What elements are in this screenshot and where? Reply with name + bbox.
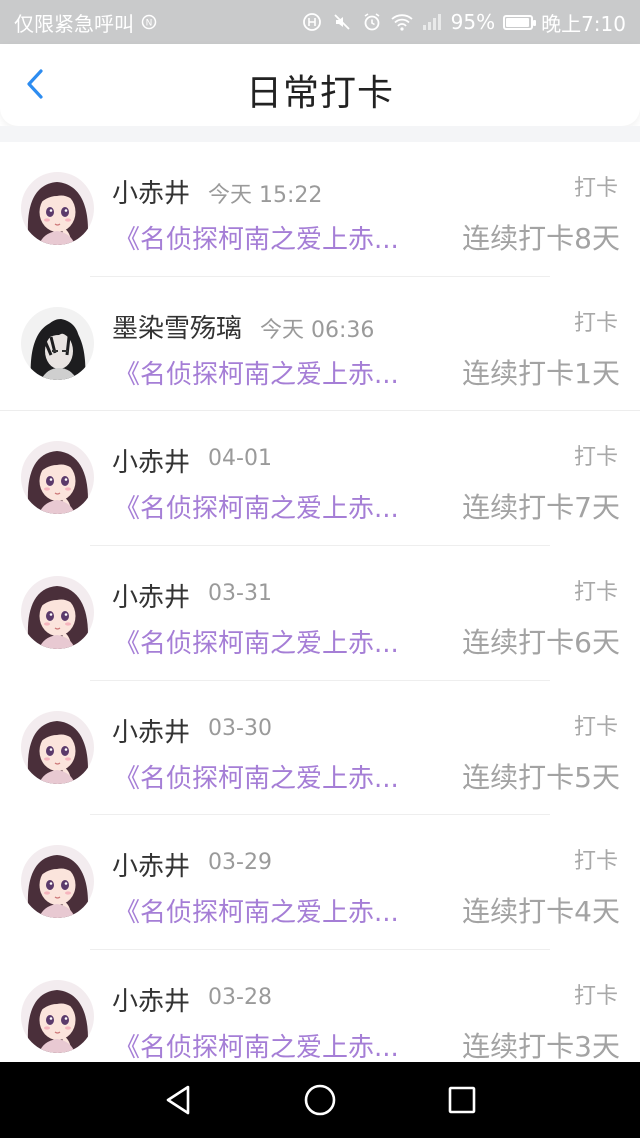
screen: 仅限紧急呼叫 N 95% 晚上7:10 日常打卡 小赤井 今天 15:22 打卡… (0, 0, 640, 1138)
checkin-tag: 打卡 (573, 984, 618, 1010)
navigation-bar (0, 1062, 640, 1138)
book-title-link[interactable]: 《名侦探柯南之爱上赤... (114, 758, 426, 795)
book-title-link[interactable]: 《名侦探柯南之爱上赤... (114, 1027, 426, 1064)
streak-count: 连续打卡3天 (462, 1030, 620, 1064)
checkin-tag: 打卡 (573, 580, 618, 606)
checkin-tag: 打卡 (573, 445, 618, 471)
streak-count: 连续打卡1天 (462, 356, 620, 390)
checkin-row[interactable]: 墨染雪殇璃 今天 06:36 打卡《名侦探柯南之爱上赤... 连续打卡1天 (0, 277, 640, 412)
user-name[interactable]: 小赤井 (112, 442, 190, 479)
square-recents-icon (448, 1086, 476, 1114)
checkin-row[interactable]: 小赤井 04-01 打卡《名侦探柯南之爱上赤... 连续打卡7天 (0, 411, 640, 547)
checkin-time: 03-29 (208, 850, 272, 876)
signal-icon (421, 11, 443, 33)
wifi-icon (391, 11, 413, 33)
user-name[interactable]: 小赤井 (112, 846, 190, 883)
checkin-row[interactable]: 小赤井 03-31 打卡《名侦探柯南之爱上赤... 连续打卡6天 (0, 546, 640, 681)
checkin-time: 03-31 (208, 581, 272, 607)
streak-count: 连续打卡6天 (462, 626, 620, 660)
book-title-link[interactable]: 《名侦探柯南之爱上赤... (114, 219, 426, 256)
status-right: 95% 晚上7:10 (301, 8, 626, 37)
anime-boy-avatar[interactable] (21, 306, 94, 380)
battery-percent: 95% (450, 10, 496, 34)
streak-count: 连续打卡5天 (462, 760, 620, 794)
checkin-tag: 打卡 (573, 849, 618, 875)
anime-girl-avatar[interactable] (21, 172, 94, 245)
checkin-row[interactable]: 小赤井 03-30 打卡《名侦探柯南之爱上赤... 连续打卡5天 (0, 681, 640, 816)
nav-back-button[interactable] (156, 1078, 200, 1122)
streak-count: 连续打卡8天 (462, 222, 620, 255)
user-name[interactable]: 小赤井 (112, 577, 190, 614)
checkin-tag: 打卡 (573, 310, 618, 336)
book-title-link[interactable]: 《名侦探柯南之爱上赤... (114, 354, 426, 391)
anime-girl-avatar[interactable] (21, 441, 94, 515)
nav-home-button[interactable] (298, 1078, 342, 1122)
anime-girl-avatar[interactable] (21, 980, 94, 1054)
battery-icon (503, 14, 537, 30)
status-left: 仅限紧急呼叫 N (14, 8, 160, 37)
streak-count: 连续打卡7天 (462, 491, 620, 525)
nav-recents-button[interactable] (440, 1078, 484, 1122)
user-name[interactable]: 小赤井 (112, 981, 190, 1018)
book-title-link[interactable]: 《名侦探柯南之爱上赤... (114, 488, 426, 525)
checkin-tag: 打卡 (573, 176, 618, 201)
book-title-link[interactable]: 《名侦探柯南之爱上赤... (114, 892, 426, 929)
battery-level (506, 17, 530, 27)
emergency-call-text: 仅限紧急呼叫 (14, 11, 134, 36)
anime-girl-avatar[interactable] (21, 845, 94, 919)
user-name[interactable]: 墨染雪殇璃 (112, 308, 242, 345)
svg-text:N: N (146, 19, 153, 29)
checkin-list: 小赤井 今天 15:22 打卡 《名侦探柯南之爱上赤... 连续打卡8天 墨染雪殇璃 今天 … (0, 142, 640, 1085)
anime-girl-avatar[interactable] (21, 576, 94, 650)
alarm-icon (361, 11, 383, 33)
checkin-time: 03-28 (208, 985, 272, 1011)
checkin-time: 今天 15:22 (208, 183, 323, 208)
streak-count: 连续打卡4天 (462, 895, 620, 929)
book-title-link[interactable]: 《名侦探柯南之爱上赤... (114, 623, 426, 660)
triangle-back-icon (166, 1085, 190, 1115)
checkin-tag: 打卡 (573, 714, 618, 740)
clock: 晚上7:10 (541, 11, 626, 36)
checkin-row[interactable]: 小赤井 今天 15:22 打卡《名侦探柯南之爱上赤... 连续打卡8天 (0, 142, 640, 277)
hd-call-icon (301, 11, 323, 33)
header: 日常打卡 (0, 44, 640, 126)
anime-girl-avatar[interactable] (21, 710, 94, 784)
checkin-time: 今天 06:36 (260, 317, 375, 343)
checkin-time: 04-01 (208, 446, 272, 472)
checkin-time: 03-30 (208, 715, 272, 741)
circle-home-icon (304, 1084, 336, 1116)
user-name[interactable]: 小赤井 (112, 173, 190, 210)
user-name[interactable]: 小赤井 (112, 712, 190, 749)
status-bar: 仅限紧急呼叫 N 95% 晚上7:10 (0, 0, 640, 44)
mute-icon (331, 11, 353, 33)
page-title: 日常打卡 (245, 73, 394, 114)
checkin-row[interactable]: 小赤井 03-29 打卡《名侦探柯南之爱上赤... 连续打卡4天 (0, 815, 640, 951)
nfc-icon: N (138, 11, 160, 33)
header-gap (0, 126, 640, 142)
